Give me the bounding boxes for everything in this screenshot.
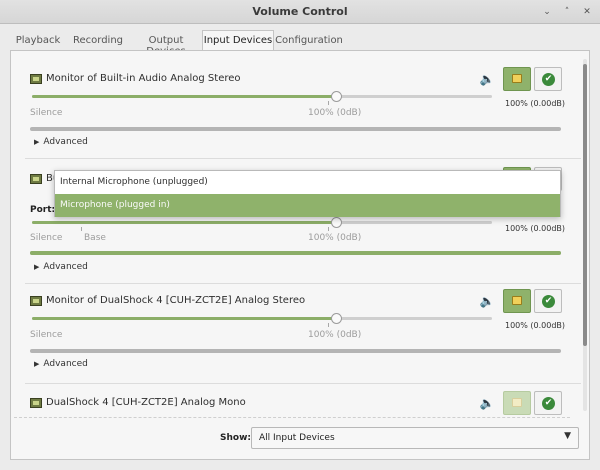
device-name: Monitor of Built-in Audio Analog Stereo — [46, 73, 241, 84]
title-bar: Volume Control ⌄ ˄ ✕ — [0, 0, 600, 24]
tick-100 — [328, 101, 329, 105]
silence-label: Silence — [30, 233, 63, 243]
set-default-button[interactable]: ✔ — [534, 391, 562, 415]
chevron-down-icon: ▼ — [564, 431, 571, 441]
speaker-icon[interactable]: 🔈 — [479, 293, 495, 309]
tick-100 — [328, 323, 329, 327]
volume-slider[interactable] — [32, 313, 492, 324]
tab-output-devices[interactable]: Output Devices — [128, 31, 204, 57]
audio-card-icon — [30, 74, 42, 84]
tab-playback[interactable]: Playback — [10, 31, 66, 51]
base-label: Base — [84, 233, 106, 243]
scrollbar-thumb[interactable] — [583, 64, 587, 346]
set-default-button[interactable]: ✔ — [534, 289, 562, 313]
device-list[interactable]: Monitor of Built-in Audio Analog Stereo … — [25, 59, 581, 419]
lock-channels-button[interactable] — [503, 289, 531, 313]
level-meter-fill — [30, 251, 561, 255]
device-name: DualShock 4 [CUH-ZCT2E] Analog Mono — [46, 397, 246, 408]
silence-label: Silence — [30, 330, 63, 340]
hundred-percent-label: 100% (0dB) — [308, 233, 362, 243]
lock-icon — [512, 398, 522, 407]
volume-slider-fill — [32, 317, 336, 320]
minimize-icon[interactable]: ⌄ — [540, 5, 554, 19]
port-option-microphone[interactable]: Microphone (plugged in) — [55, 194, 560, 217]
show-filter-value: All Input Devices — [259, 433, 335, 443]
tab-input-devices[interactable]: Input Devices — [202, 30, 274, 52]
volume-slider-handle[interactable] — [330, 91, 342, 102]
advanced-expander[interactable]: ▶ Advanced — [34, 137, 88, 147]
speaker-icon[interactable]: 🔈 — [479, 71, 495, 87]
lock-icon — [512, 296, 522, 305]
tab-configuration[interactable]: Configuration — [275, 31, 343, 51]
silence-label: Silence — [30, 108, 63, 118]
show-filter-select[interactable]: All Input Devices ▼ — [251, 427, 579, 449]
separator — [14, 417, 570, 418]
hundred-percent-label: 100% (0dB) — [308, 108, 362, 118]
volume-readout: 100% (0.00dB) — [505, 99, 566, 108]
expand-arrow-icon: ▶ — [34, 360, 40, 368]
audio-card-icon — [30, 296, 42, 306]
level-meter — [30, 349, 561, 353]
port-option-internal-microphone[interactable]: Internal Microphone (unplugged) — [55, 171, 560, 194]
expand-arrow-icon: ▶ — [34, 138, 40, 146]
audio-card-icon — [30, 174, 42, 184]
vertical-scrollbar[interactable] — [583, 59, 587, 411]
tick-base — [81, 227, 82, 231]
level-meter — [30, 127, 561, 131]
volume-slider[interactable] — [32, 217, 492, 228]
speaker-icon[interactable]: 🔈 — [479, 395, 495, 411]
advanced-label: Advanced — [43, 359, 88, 369]
tab-recording[interactable]: Recording — [68, 31, 128, 51]
set-default-button[interactable]: ✔ — [534, 67, 562, 91]
close-icon[interactable]: ✕ — [580, 5, 594, 19]
show-filter-row: Show: All Input Devices ▼ — [0, 427, 600, 451]
volume-slider-fill — [32, 221, 336, 224]
device-row: Monitor of Built-in Audio Analog Stereo … — [25, 59, 581, 159]
lock-channels-button[interactable] — [503, 391, 531, 415]
advanced-label: Advanced — [43, 137, 88, 147]
maximize-icon[interactable]: ˄ — [560, 5, 574, 19]
expand-arrow-icon: ▶ — [34, 263, 40, 271]
volume-slider-handle[interactable] — [330, 217, 342, 228]
port-label: Port: — [30, 205, 56, 215]
volume-readout: 100% (0.00dB) — [505, 224, 566, 233]
level-meter — [30, 251, 561, 255]
check-icon: ✔ — [542, 397, 555, 410]
hundred-percent-label: 100% (0dB) — [308, 330, 362, 340]
advanced-label: Advanced — [43, 262, 88, 272]
check-icon: ✔ — [542, 73, 555, 86]
check-icon: ✔ — [542, 295, 555, 308]
device-row: DualShock 4 [CUH-ZCT2E] Analog Mono 🔈 ✔ — [25, 382, 581, 419]
advanced-expander[interactable]: ▶ Advanced — [34, 262, 88, 272]
volume-slider-handle[interactable] — [330, 313, 342, 324]
advanced-expander[interactable]: ▶ Advanced — [34, 359, 88, 369]
volume-slider[interactable] — [32, 91, 492, 102]
show-label: Show: — [220, 433, 251, 443]
device-row: Monitor of DualShock 4 [CUH-ZCT2E] Analo… — [25, 284, 581, 384]
volume-readout: 100% (0.00dB) — [505, 321, 566, 330]
tick-100 — [328, 227, 329, 231]
window-title: Volume Control — [252, 5, 348, 18]
audio-card-icon — [30, 398, 42, 408]
lock-channels-button[interactable] — [503, 67, 531, 91]
lock-icon — [512, 74, 522, 83]
input-devices-panel: Monitor of Built-in Audio Analog Stereo … — [10, 50, 590, 460]
port-dropdown-popup: Internal Microphone (unplugged) Micropho… — [54, 170, 561, 217]
volume-slider-fill — [32, 95, 336, 98]
device-name: Monitor of DualShock 4 [CUH-ZCT2E] Analo… — [46, 295, 306, 306]
volume-control-window: Volume Control ⌄ ˄ ✕ Playback Recording … — [0, 0, 600, 470]
